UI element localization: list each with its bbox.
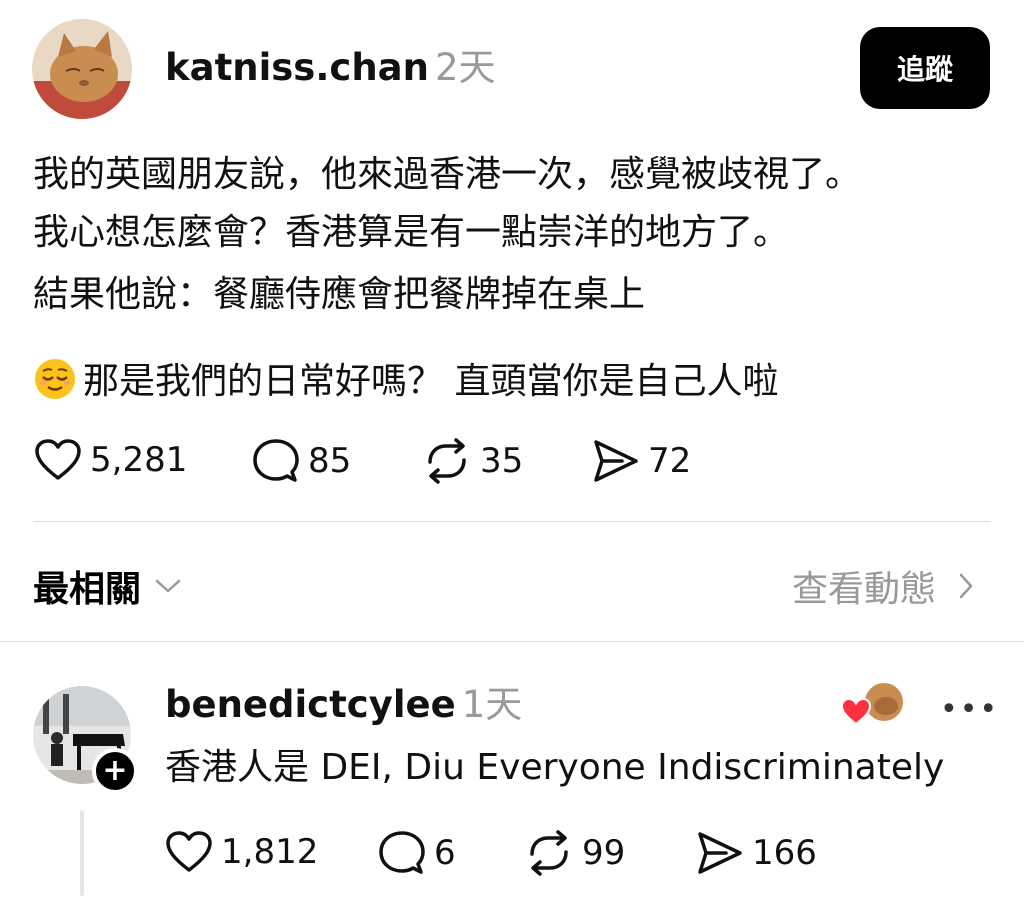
reply-repost-count: 99 (582, 833, 626, 873)
reply-time: 1天 (461, 683, 523, 726)
liked-by-author-indicator (840, 680, 910, 728)
post-text-line-2: 我心想怎麼會？香港算是有一點崇洋的地方了。 (33, 212, 790, 253)
like-action[interactable]: 5,281 (34, 438, 187, 482)
repost-count: 35 (480, 441, 524, 481)
repost-action[interactable]: 35 (422, 438, 523, 484)
like-count: 5,281 (90, 440, 188, 480)
chevron-down-icon (155, 579, 181, 593)
reply-comment-action[interactable]: 6 (378, 830, 456, 876)
repost-icon (530, 830, 568, 876)
share-count: 72 (648, 441, 692, 481)
reply-text: 香港人是 DEI, Diu Everyone Indiscriminately (165, 747, 945, 788)
chevron-right-icon (959, 573, 973, 599)
share-action[interactable]: 72 (592, 438, 691, 484)
divider (33, 521, 991, 522)
section-divider (0, 641, 1024, 642)
reply-repost-action[interactable]: 99 (524, 830, 625, 876)
thread-line (80, 810, 84, 896)
post-username[interactable]: katniss.chan (165, 46, 429, 89)
reply-author-header: benedictcylee 1天 (165, 683, 522, 727)
share-icon (594, 440, 638, 482)
post-author-avatar[interactable] (32, 19, 132, 119)
relieved-face-emoji-icon (35, 359, 75, 399)
view-activity-label: 查看動態 (791, 569, 936, 610)
reply-like-count: 1,812 (221, 832, 319, 872)
reply-comment-count: 6 (434, 833, 456, 873)
heart-icon (35, 439, 81, 480)
reply-username[interactable]: benedictcylee (165, 683, 456, 726)
reply-share-count: 166 (752, 833, 817, 873)
follow-plus-badge[interactable]: + (92, 748, 138, 794)
comment-count: 85 (308, 441, 352, 481)
more-icon[interactable]: ••• (940, 692, 999, 727)
post-text-last: 那是我們的日常好嗎？ 直頭當你是自己人啦 (83, 361, 779, 402)
post-time: 2天 (434, 46, 496, 89)
repost-icon (428, 438, 466, 484)
comment-icon (379, 831, 425, 874)
share-icon (698, 832, 742, 874)
post-author-header: katniss.chan 2天 (165, 46, 496, 90)
sort-label: 最相關 (33, 569, 142, 610)
reply-share-action[interactable]: 166 (696, 830, 817, 876)
plus-icon: + (102, 753, 128, 788)
view-activity-link[interactable]: 查看動態 (792, 560, 974, 612)
post-text-line-1: 我的英國朋友說，他來過香港一次，感覺被歧視了。 (33, 154, 862, 195)
sort-dropdown[interactable]: 最相關 (33, 560, 181, 612)
comment-icon (253, 439, 299, 482)
follow-button[interactable]: 追蹤 (860, 27, 990, 109)
post-text-line-4: 那是我們的日常好嗎？ 直頭當你是自己人啦 (33, 357, 778, 404)
heart-icon (840, 697, 872, 726)
comment-action[interactable]: 85 (252, 438, 351, 484)
heart-icon (166, 831, 212, 872)
reply-like-action[interactable]: 1,812 (165, 830, 318, 874)
post-text-line-3: 結果他說：餐廳侍應會把餐牌掉在桌上 (33, 274, 646, 315)
